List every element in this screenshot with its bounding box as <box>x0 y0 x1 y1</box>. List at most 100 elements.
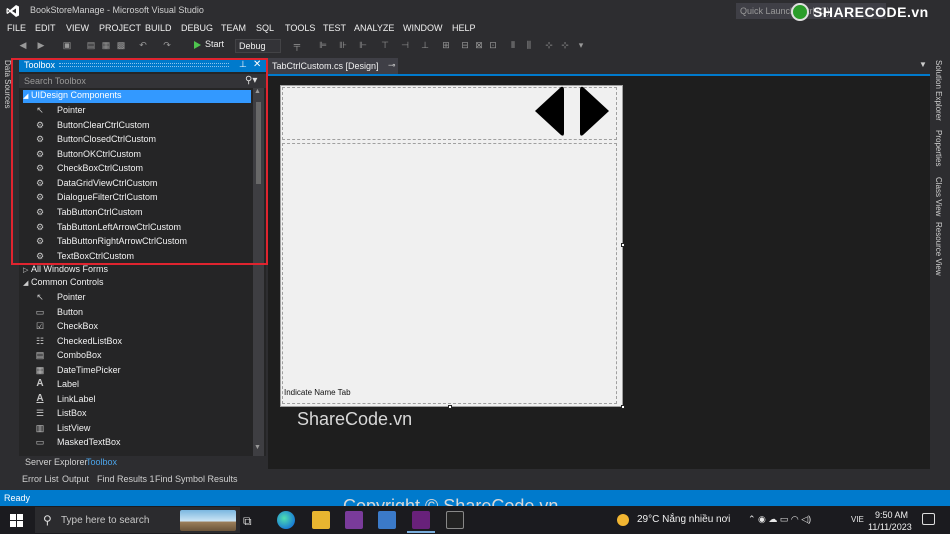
visual-studio-taskbar-icon[interactable] <box>412 511 430 529</box>
tab-server-explorer[interactable]: Server Explorer <box>25 457 88 467</box>
weather-text[interactable]: 29°C Nắng nhiều nơi <box>637 514 730 525</box>
menu-help[interactable]: HELP <box>452 23 476 33</box>
windows-start-icon[interactable] <box>10 514 23 527</box>
resize-handle-corner[interactable] <box>621 405 625 409</box>
solution-configuration-select[interactable]: Debug <box>235 39 281 53</box>
make-same-width-icon[interactable]: ⊟ <box>460 40 470 50</box>
solution-configuration-value: Debug <box>239 41 266 51</box>
standard-toolbar: ◀ ▶ ▣ ▤ ▦ ▩ ↶ ↷ Start Debug ╤ ⊫ ⊪ ⊩ ⊤ ⊣ … <box>0 36 950 56</box>
resize-handle-bottom[interactable] <box>448 405 452 409</box>
document-tab[interactable]: TabCtrlCustom.cs [Design] ⊸ <box>268 58 398 74</box>
toolbox-category-common-controls[interactable]: ◢ Common Controls <box>23 277 104 290</box>
menu-build[interactable]: BUILD <box>145 23 172 33</box>
toolbox-item-label: DateTimePicker <box>57 365 121 375</box>
make-same-height-icon[interactable]: ⊠ <box>474 40 484 50</box>
format-icon[interactable]: ╤ <box>292 40 302 50</box>
toolbox-category-all-windows-forms[interactable]: ▷ All Windows Forms <box>23 264 108 277</box>
scroll-down-icon[interactable]: ▼ <box>254 444 261 451</box>
resize-handle-right[interactable] <box>621 243 625 247</box>
menu-file[interactable]: FILE <box>7 23 26 33</box>
solution-explorer-tab[interactable]: Solution Explorer <box>934 60 943 121</box>
class-view-tab[interactable]: Class View <box>934 177 943 216</box>
toolbox-item-label: Button <box>57 307 84 317</box>
tab-error-list[interactable]: Error List <box>22 474 59 484</box>
menu-project[interactable]: PROJECT <box>99 23 141 33</box>
menu-window[interactable]: WINDOW <box>403 23 443 33</box>
menu-debug[interactable]: DEBUG <box>181 23 213 33</box>
tab-find-results-1[interactable]: Find Results 1 <box>97 474 155 484</box>
menu-tools[interactable]: TOOLS <box>285 23 315 33</box>
task-view-icon[interactable]: ⧉ <box>243 514 261 532</box>
forward-icon[interactable]: ▶ <box>36 40 46 50</box>
clock-time[interactable]: 9:50 AM <box>875 510 908 520</box>
align-middle-icon[interactable]: ⊣ <box>400 40 410 50</box>
toolbox-category-label: Common Controls <box>31 277 104 287</box>
tab-content-panel[interactable] <box>282 143 617 404</box>
toolbox-item-label: CheckBox <box>57 321 99 331</box>
notification-icon[interactable] <box>922 513 935 525</box>
horizontal-spacing-icon[interactable]: ⫴ <box>508 40 518 50</box>
size-to-grid-icon[interactable]: ⊞ <box>441 40 451 50</box>
redo-icon[interactable]: ↷ <box>162 40 172 50</box>
linklabel-icon: A <box>36 393 44 404</box>
toolbox-item-label: MaskedTextBox <box>57 437 121 447</box>
make-same-size-icon[interactable]: ⊡ <box>488 40 498 50</box>
resource-view-tab[interactable]: Resource View <box>934 222 943 276</box>
toolbox-item-label: ComboBox <box>57 350 102 360</box>
output-tabs: Error List Output Find Results 1 Find Sy… <box>0 470 950 490</box>
new-project-icon[interactable]: ▣ <box>62 40 72 50</box>
toolbox-item-label: LinkLabel <box>57 394 96 404</box>
align-top-icon[interactable]: ⊤ <box>380 40 390 50</box>
search-icon: ⚲ <box>43 513 52 527</box>
tab-toolbox[interactable]: Toolbox <box>86 457 117 467</box>
edge-icon[interactable] <box>277 511 295 529</box>
menu-team[interactable]: TEAM <box>221 23 246 33</box>
maskedtextbox-icon: ▭ <box>35 437 45 447</box>
open-file-icon[interactable]: ▤ <box>86 40 96 50</box>
menu-sql[interactable]: SQL <box>256 23 274 33</box>
undo-icon[interactable]: ↶ <box>138 40 148 50</box>
app-icon[interactable] <box>378 511 396 529</box>
document-list-dropdown-icon[interactable]: ▼ <box>919 60 927 69</box>
align-left-icon[interactable]: ⊫ <box>318 40 328 50</box>
align-center-icon[interactable]: ⊪ <box>338 40 348 50</box>
terminal-icon[interactable] <box>446 511 464 529</box>
file-explorer-icon[interactable] <box>312 511 330 529</box>
start-button[interactable]: Start <box>205 39 224 49</box>
menu-view[interactable]: VIEW <box>66 23 89 33</box>
onenote-icon[interactable] <box>345 511 363 529</box>
window-title: BookStoreManage - Microsoft Visual Studi… <box>30 5 204 15</box>
menu-edit[interactable]: EDIT <box>35 23 56 33</box>
center-vertically-icon[interactable]: ⊹ <box>560 40 570 50</box>
center-horizontally-icon[interactable]: ⊹ <box>544 40 554 50</box>
system-tray-icons[interactable]: ⌃ ◉ ☁ ▭ ◠ ◁) <box>748 514 811 525</box>
back-icon[interactable]: ◀ <box>18 40 28 50</box>
weather-icon <box>617 514 629 526</box>
align-right-icon[interactable]: ⊩ <box>358 40 368 50</box>
align-bottom-icon[interactable]: ⊥ <box>420 40 430 50</box>
menu-analyze[interactable]: ANALYZE <box>354 23 394 33</box>
save-icon[interactable]: ▦ <box>101 40 111 50</box>
collapsed-arrow-icon: ▷ <box>23 267 29 274</box>
taskbar-search-input[interactable]: ⚲ Type here to search <box>35 507 240 533</box>
save-all-icon[interactable]: ▩ <box>116 40 126 50</box>
toolbox-item-label: CheckedListBox <box>57 336 123 346</box>
tab-find-symbol-results[interactable]: Find Symbol Results <box>155 474 238 484</box>
expanded-arrow-icon: ◢ <box>23 280 29 287</box>
vertical-spacing-icon[interactable]: ⫼ <box>524 40 534 50</box>
toolbox-item-label: ListBox <box>57 408 87 418</box>
toolbox-item-label: Pointer <box>57 292 86 302</box>
label-icon: A <box>36 378 44 389</box>
language-indicator[interactable]: VIE <box>851 515 864 524</box>
clock-date[interactable]: 11/11/2023 <box>868 522 912 532</box>
properties-tab[interactable]: Properties <box>934 130 943 166</box>
toolbar-options-icon[interactable]: ▾ <box>576 40 586 50</box>
right-arrow-icon[interactable] <box>580 86 609 136</box>
toolbox-bottom-tabs: Server Explorer Toolbox <box>19 456 266 470</box>
pin-tab-icon[interactable]: ⊸ <box>388 60 396 71</box>
start-icon[interactable] <box>194 41 201 49</box>
left-arrow-icon[interactable] <box>535 86 564 136</box>
tab-output[interactable]: Output <box>62 474 89 484</box>
menu-test[interactable]: TEST <box>323 23 346 33</box>
document-tab-label: TabCtrlCustom.cs [Design] <box>272 61 379 71</box>
